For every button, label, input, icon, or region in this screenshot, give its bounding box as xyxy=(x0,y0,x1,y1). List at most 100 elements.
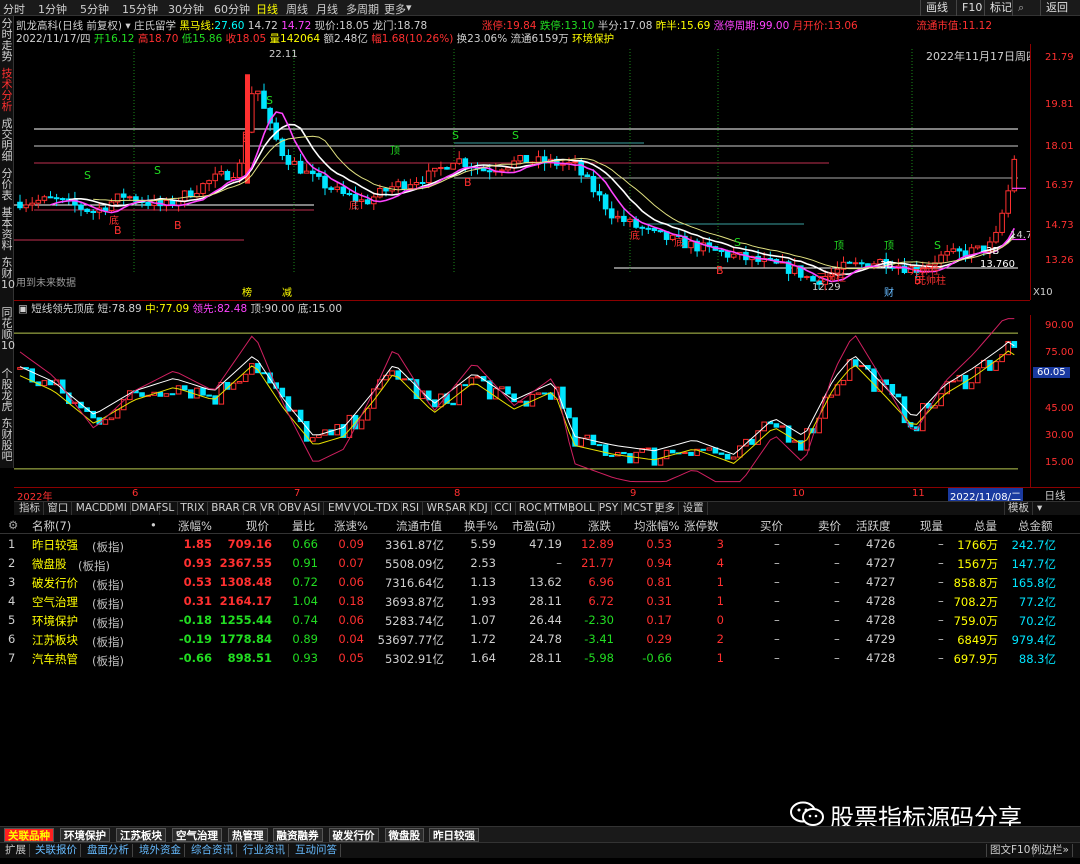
column-header-17[interactable]: 总金额 xyxy=(1018,518,1053,534)
leftbar-item-8[interactable]: 东财股吧 xyxy=(1,418,13,462)
candle-body xyxy=(535,156,542,163)
indicator-tab-21[interactable]: BOLL xyxy=(565,502,599,515)
period-tab-10[interactable]: 更多 xyxy=(384,1,406,17)
period-tab-6[interactable]: 日线 xyxy=(256,1,278,17)
chevron-down-icon[interactable]: ▾ xyxy=(406,1,412,14)
indicator-tab-25[interactable]: 设置 xyxy=(680,502,708,515)
leftbar-item-4[interactable]: 基本资料 xyxy=(1,207,13,251)
related-tab-0[interactable]: 关联品种 xyxy=(4,828,54,842)
row-zt: 3 xyxy=(716,537,724,551)
top-label-1: 顶 xyxy=(834,240,844,252)
table-row[interactable]: 2 微盘股 (板指) 0.93 2367.55 0.91 0.07 5508.09亿 2.53 –… xyxy=(0,555,1080,574)
indicator-tab-22[interactable]: PSY xyxy=(596,502,623,515)
related-tab-6[interactable]: 破发行价 xyxy=(328,828,379,842)
leftbar-item-1[interactable]: 技术分析 xyxy=(1,68,13,112)
period-tab-4[interactable]: 30分钟 xyxy=(168,1,204,17)
indicator-chart[interactable] xyxy=(14,315,1030,487)
period-tab-2[interactable]: 5分钟 xyxy=(80,1,109,17)
leftbar-item-6[interactable]: 同花顺10 xyxy=(1,307,15,351)
indicator-tab-13[interactable]: VOL-TDX xyxy=(350,502,403,515)
status-tab-2[interactable]: 盘面分析 xyxy=(84,844,133,857)
column-header-11[interactable]: 涨停数 xyxy=(684,518,719,534)
leftbar-item-3[interactable]: 分价表 xyxy=(1,168,13,201)
settings-icon[interactable]: ⚙ xyxy=(8,518,18,532)
column-header-5[interactable]: 涨速% xyxy=(334,518,368,534)
indicator-tab-18[interactable]: CCI xyxy=(491,502,516,515)
table-row[interactable]: 3 破发行价 (板指) 0.53 1308.48 0.72 0.06 7316.64亿 1.13… xyxy=(0,574,1080,593)
column-header-1[interactable]: • xyxy=(150,518,157,532)
candlestick-chart[interactable]: 2022年11月17日周四22.1112.2914.7013.760用到未来数据… xyxy=(14,44,1030,300)
column-header-3[interactable]: 现价 xyxy=(246,518,269,534)
period-tab-7[interactable]: 周线 xyxy=(286,1,308,17)
table-row[interactable]: 4 空气治理 (板指) 0.31 2164.17 1.04 0.18 3693.87亿 1.93… xyxy=(0,593,1080,612)
column-header-10[interactable]: 均涨幅% xyxy=(634,518,679,534)
period-tab-3[interactable]: 15分钟 xyxy=(122,1,158,17)
indicator-tab-17[interactable]: KDJ xyxy=(467,502,492,515)
related-tab-2[interactable]: 江苏板块 xyxy=(116,828,166,842)
related-tab-5[interactable]: 融资融券 xyxy=(272,828,323,842)
chevron-down-icon[interactable]: ▾ xyxy=(1034,502,1045,515)
table-row[interactable]: 7 汽车热管 (板指) -0.66 898.51 0.93 0.05 5302.91亿 1.64… xyxy=(0,650,1080,669)
period-label[interactable]: 日线 xyxy=(1030,487,1080,502)
indicator-tab-5[interactable]: FSL xyxy=(153,502,179,515)
column-header-6[interactable]: 流通市值 xyxy=(396,518,442,534)
status-tab-3[interactable]: 境外资金 xyxy=(136,844,185,857)
related-tab-7[interactable]: 微盘股 xyxy=(384,828,424,842)
leftbar-item-5[interactable]: 东财10 xyxy=(1,257,15,290)
table-row[interactable]: 1 昨日较强 (板指) 1.85 709.16 0.66 0.09 3361.87亿 5.59 4… xyxy=(0,536,1080,555)
indicator-bar xyxy=(840,379,847,386)
related-tab-4[interactable]: 热管理 xyxy=(228,828,268,842)
row-avg: 0.29 xyxy=(646,632,672,646)
table-row[interactable]: 5 环境保护 (板指) -0.18 1255.44 0.74 0.06 5283.74亿 1.0… xyxy=(0,612,1080,631)
period-tab-9[interactable]: 多周期 xyxy=(346,1,379,17)
column-header-8[interactable]: 市盈(动) xyxy=(512,518,555,534)
period-tab-0[interactable]: 分时 xyxy=(3,1,25,17)
related-tab-3[interactable]: 空气治理 xyxy=(172,828,222,842)
leftbar-item-7[interactable]: 个股龙虎 xyxy=(1,368,13,412)
column-header-7[interactable]: 换手% xyxy=(464,518,498,534)
collapse-icon[interactable]: ▣ xyxy=(18,303,28,315)
column-header-13[interactable]: 卖价 xyxy=(818,518,841,534)
search-icon[interactable]: ⌕ xyxy=(1012,0,1029,16)
status-tab-4[interactable]: 综合资讯 xyxy=(188,844,237,857)
table-row[interactable]: 6 江苏板块 (板指) -0.19 1778.84 0.89 0.04 53697.77亿 1.… xyxy=(0,631,1080,650)
status-tab-0[interactable]: 扩展 xyxy=(2,844,30,857)
indicator-tab-1[interactable]: 窗口 xyxy=(44,502,73,515)
back-button[interactable]: 返回 xyxy=(1040,0,1073,16)
leftbar-item-2[interactable]: 成交明细 xyxy=(1,118,13,162)
status-tab-5[interactable]: 行业资讯 xyxy=(240,844,289,857)
column-header-0[interactable]: 名称(7) xyxy=(32,518,71,534)
leftbar-item-0[interactable]: 分时走势 xyxy=(1,18,13,62)
f10-button[interactable]: F10 xyxy=(956,0,987,16)
sidebar-toggle[interactable]: 例边栏» xyxy=(1028,844,1073,857)
column-header-16[interactable]: 总量 xyxy=(974,518,997,534)
column-header-15[interactable]: 现量 xyxy=(920,518,943,534)
indicator-tab-24[interactable]: 更多 xyxy=(651,502,680,515)
candle-body xyxy=(724,251,731,258)
template-button[interactable]: 模板 xyxy=(1004,502,1033,515)
status-tab-1[interactable]: 关联报价 xyxy=(32,844,81,857)
ma-yellow-line xyxy=(93,135,1015,270)
column-header-12[interactable]: 买价 xyxy=(760,518,783,534)
period-tab-1[interactable]: 1分钟 xyxy=(38,1,67,17)
related-tab-1[interactable]: 环境保护 xyxy=(60,828,110,842)
candle-body xyxy=(328,187,334,190)
period-tab-5[interactable]: 60分钟 xyxy=(214,1,250,17)
bottom-label-3: 底 xyxy=(674,236,684,249)
indicator-bar xyxy=(718,452,725,455)
indicator-tab-0[interactable]: 指标 xyxy=(16,502,44,515)
related-tab-8[interactable]: 昨日较强 xyxy=(429,828,479,842)
draw-line-button[interactable]: 画线 xyxy=(920,0,953,16)
column-header-2[interactable]: 涨幅% xyxy=(178,518,212,534)
indicator-tab-3[interactable]: DMI xyxy=(104,502,131,515)
candle-body xyxy=(651,227,658,232)
column-header-14[interactable]: 活跃度 xyxy=(856,518,891,534)
status-tab-6[interactable]: 互动问答 xyxy=(292,844,341,857)
column-header-9[interactable]: 涨跌 xyxy=(588,518,611,534)
zoom-label[interactable]: X10 xyxy=(1033,287,1053,298)
indicator-tab-6[interactable]: TRIX xyxy=(177,502,209,515)
indicator-tab-11[interactable]: ASI xyxy=(300,502,325,515)
indicator-tab-14[interactable]: RSI xyxy=(399,502,424,515)
column-header-4[interactable]: 量比 xyxy=(292,518,315,534)
period-tab-8[interactable]: 月线 xyxy=(316,1,338,17)
